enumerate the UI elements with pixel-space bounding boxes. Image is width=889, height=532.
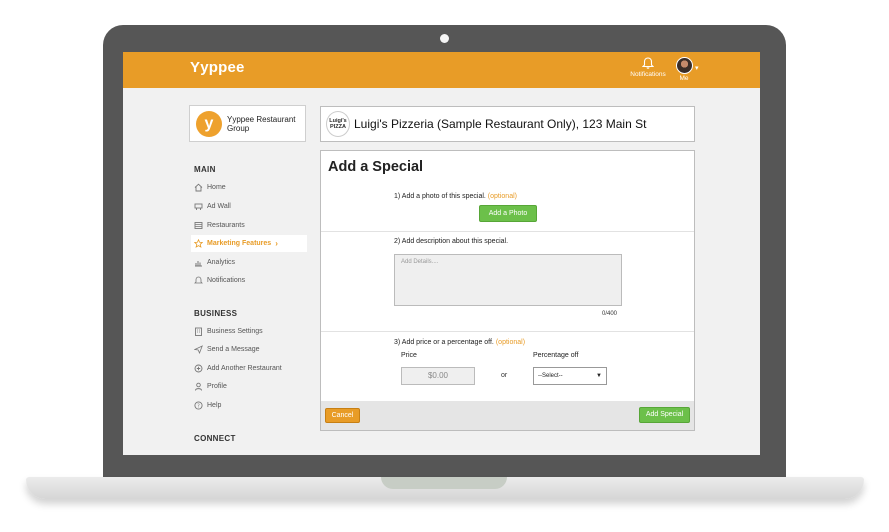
add-photo-button[interactable]: Add a Photo	[479, 205, 537, 222]
step-price-label: 3) Add price or a percentage off. (optio…	[394, 339, 525, 346]
user-icon	[193, 382, 203, 392]
section-title-main: MAIN	[194, 165, 216, 174]
sidebar-item-label: Add Another Restaurant	[207, 365, 282, 372]
chevron-right-icon: ›	[275, 239, 278, 248]
restaurant-icon	[193, 221, 203, 231]
price-input[interactable]: $0.00	[401, 367, 475, 385]
divider	[321, 331, 694, 332]
sidebar-item-profile[interactable]: Profile	[191, 378, 307, 395]
add-special-button[interactable]: Add Special	[639, 407, 690, 423]
restaurant-name: Luigi's Pizzeria (Sample Restaurant Only…	[354, 117, 647, 131]
app-screen: Yyppee Notifications Me ▾ y Yyppee Resta…	[123, 52, 760, 455]
bell-icon	[193, 276, 203, 286]
step-photo-label: 1) Add a photo of this special. (optiona…	[394, 193, 517, 200]
star-icon	[193, 239, 203, 249]
percentage-label: Percentage off	[533, 352, 579, 359]
step-photo-text: 1) Add a photo of this special.	[394, 193, 486, 200]
org-card[interactable]: y Yyppee Restaurant Group	[189, 105, 306, 142]
home-icon	[193, 183, 203, 193]
sidebar-item-analytics[interactable]: Analytics	[191, 254, 307, 271]
sidebar-item-send-message[interactable]: Send a Message	[191, 341, 307, 358]
notifications-label: Notifications	[630, 71, 666, 78]
chart-icon	[193, 258, 203, 268]
org-name: Yyppee Restaurant Group	[227, 115, 296, 133]
brand-logo[interactable]: Yyppee	[190, 59, 245, 76]
camera-dot	[440, 34, 449, 43]
restaurant-header: Luigi's PIZZA Luigi's Pizzeria (Sample R…	[320, 106, 695, 142]
optional-tag: (optional)	[495, 339, 526, 346]
character-counter: 0/400	[602, 311, 618, 317]
profile-menu[interactable]: Me	[674, 57, 694, 82]
building-icon	[193, 327, 203, 337]
sidebar-item-marketing-features[interactable]: Marketing Features ›	[191, 235, 307, 252]
sidebar-item-label: Analytics	[207, 259, 236, 266]
avatar	[675, 57, 693, 74]
optional-tag: (optional)	[487, 193, 517, 200]
description-textarea[interactable]: Add Details....	[394, 254, 622, 306]
bell-icon	[642, 57, 654, 69]
sidebar-item-notifications[interactable]: Notifications	[191, 272, 307, 289]
form-footer: Cancel Add Special	[321, 401, 694, 430]
restaurant-logo: Luigi's PIZZA	[326, 111, 350, 137]
sidebar-item-restaurants[interactable]: Restaurants	[191, 217, 307, 234]
send-icon	[193, 345, 203, 355]
cancel-button[interactable]: Cancel	[325, 408, 360, 423]
laptop-base-notch	[381, 477, 507, 489]
add-special-form: Add a Special 1) Add a photo of this spe…	[320, 150, 695, 431]
sidebar-item-label: Send a Message	[207, 346, 260, 353]
plus-circle-icon	[193, 364, 203, 374]
sidebar-item-business-settings[interactable]: Business Settings	[191, 323, 307, 340]
sidebar-item-label: Ad Wall	[207, 203, 231, 210]
sidebar-item-help[interactable]: ? Help	[191, 397, 307, 414]
svg-text:?: ?	[197, 403, 200, 409]
sidebar-item-label: Marketing Features	[207, 240, 272, 247]
sidebar-item-ad-wall[interactable]: Ad Wall	[191, 198, 307, 215]
sidebar-item-label: Business Settings	[207, 328, 263, 335]
chevron-down-icon[interactable]: ▾	[695, 64, 699, 72]
me-label: Me	[679, 75, 689, 82]
page-title: Add a Special	[328, 159, 424, 175]
sidebar-item-label: Help	[207, 402, 222, 409]
sidebar-item-label: Notifications	[207, 277, 246, 284]
notifications-button[interactable]: Notifications	[626, 57, 670, 78]
price-label: Price	[401, 352, 417, 359]
section-title-connect: CONNECT	[194, 434, 236, 443]
help-icon: ?	[193, 401, 203, 411]
sidebar-item-label: Profile	[207, 383, 227, 390]
divider	[321, 231, 694, 232]
sidebar-item-add-restaurant[interactable]: Add Another Restaurant	[191, 360, 307, 377]
or-label: or	[501, 372, 508, 379]
step-price-text: 3) Add price or a percentage off.	[394, 339, 494, 346]
ad-wall-icon	[193, 202, 203, 212]
sidebar-item-home[interactable]: Home	[191, 179, 307, 196]
percentage-select-value: --Select--	[538, 373, 563, 379]
step-description-label: 2) Add description about this special.	[394, 238, 509, 245]
chevron-down-icon: ▼	[596, 373, 602, 379]
percentage-select[interactable]: --Select-- ▼	[533, 367, 607, 385]
top-bar: Yyppee Notifications Me ▾	[123, 52, 760, 88]
section-title-business: BUSINESS	[194, 309, 238, 318]
sidebar-item-label: Home	[207, 184, 226, 191]
org-logo: y	[196, 111, 222, 137]
sidebar-item-label: Restaurants	[207, 222, 245, 229]
